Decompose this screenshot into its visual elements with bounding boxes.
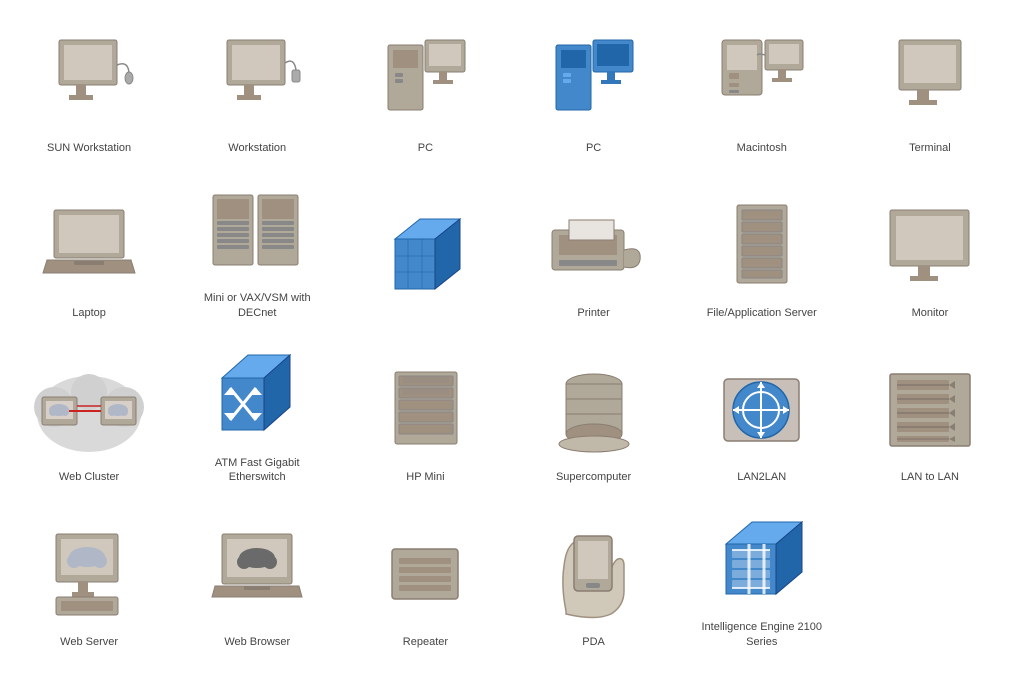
icon-lan-to-lan	[875, 354, 985, 464]
item-pc-blue[interactable]: PC	[515, 20, 673, 160]
label-macintosh: Macintosh	[737, 141, 787, 155]
item-hp-mini[interactable]: HP Mini	[346, 335, 504, 490]
label-terminal: Terminal	[909, 141, 951, 155]
item-file-server[interactable]: File/Application Server	[683, 170, 841, 325]
item-web-server[interactable]: Web Server	[10, 499, 168, 654]
icon-intelligence-engine	[707, 504, 817, 614]
label-pc-blue: PC	[586, 141, 601, 155]
icon-mini-vax	[202, 175, 312, 285]
item-atm-switch[interactable]: ATM Fast Gigabit Etherswitch	[178, 335, 336, 490]
icon-printer	[539, 190, 649, 300]
item-web-browser[interactable]: Web Browser	[178, 499, 336, 654]
item-workstation[interactable]: Workstation	[178, 20, 336, 160]
item-macintosh[interactable]: Macintosh	[683, 20, 841, 160]
icon-grid: SUN Workstation Workstation PC	[0, 0, 1019, 674]
item-pda[interactable]: PDA	[515, 499, 673, 654]
item-terminal[interactable]: Terminal	[851, 20, 1009, 160]
icon-sun-workstation	[34, 25, 144, 135]
label-atm-switch: ATM Fast Gigabit Etherswitch	[192, 456, 322, 485]
label-printer: Printer	[577, 306, 609, 320]
icon-workstation	[202, 25, 312, 135]
icon-lan2lan	[707, 354, 817, 464]
label-mini-vax: Mini or VAX/VSM with DECnet	[192, 291, 322, 320]
icon-laptop	[34, 190, 144, 300]
item-lan-to-lan[interactable]: LAN to LAN	[851, 335, 1009, 490]
item-blue-cube[interactable]	[346, 170, 504, 325]
label-pc-gray: PC	[418, 141, 433, 155]
item-monitor[interactable]: Monitor	[851, 170, 1009, 325]
icon-supercomputer	[539, 354, 649, 464]
icon-repeater	[370, 519, 480, 629]
icon-monitor	[875, 190, 985, 300]
item-web-cluster[interactable]: Web Cluster	[10, 335, 168, 490]
label-repeater: Repeater	[403, 635, 448, 649]
label-hp-mini: HP Mini	[406, 470, 444, 484]
label-web-server: Web Server	[60, 635, 118, 649]
icon-pda	[539, 519, 649, 629]
icon-web-server	[34, 519, 144, 629]
icon-blue-cube	[370, 204, 480, 314]
item-repeater[interactable]: Repeater	[346, 499, 504, 654]
label-web-cluster: Web Cluster	[59, 470, 119, 484]
label-intelligence-engine: Intelligence Engine 2100 Series	[697, 620, 827, 649]
item-printer[interactable]: Printer	[515, 170, 673, 325]
label-laptop: Laptop	[72, 306, 106, 320]
item-laptop[interactable]: Laptop	[10, 170, 168, 325]
label-lan-to-lan: LAN to LAN	[901, 470, 959, 484]
label-monitor: Monitor	[912, 306, 949, 320]
item-mini-vax[interactable]: Mini or VAX/VSM with DECnet	[178, 170, 336, 325]
icon-file-server	[707, 190, 817, 300]
label-lan2lan: LAN2LAN	[737, 470, 786, 484]
icon-terminal	[875, 25, 985, 135]
icon-web-browser	[202, 519, 312, 629]
item-supercomputer[interactable]: Supercomputer	[515, 335, 673, 490]
item-pc-gray[interactable]: PC	[346, 20, 504, 160]
item-lan2lan[interactable]: LAN2LAN	[683, 335, 841, 490]
icon-web-cluster	[34, 354, 144, 464]
icon-pc-gray	[370, 25, 480, 135]
label-workstation: Workstation	[228, 141, 286, 155]
icon-pc-blue	[539, 25, 649, 135]
label-pda: PDA	[582, 635, 605, 649]
label-supercomputer: Supercomputer	[556, 470, 631, 484]
icon-atm-switch	[202, 340, 312, 450]
icon-macintosh	[707, 25, 817, 135]
label-web-browser: Web Browser	[224, 635, 290, 649]
label-sun-workstation: SUN Workstation	[47, 141, 131, 155]
label-file-server: File/Application Server	[707, 306, 817, 320]
item-sun-workstation[interactable]: SUN Workstation	[10, 20, 168, 160]
icon-hp-mini	[370, 354, 480, 464]
item-intelligence-engine[interactable]: Intelligence Engine 2100 Series	[683, 499, 841, 654]
